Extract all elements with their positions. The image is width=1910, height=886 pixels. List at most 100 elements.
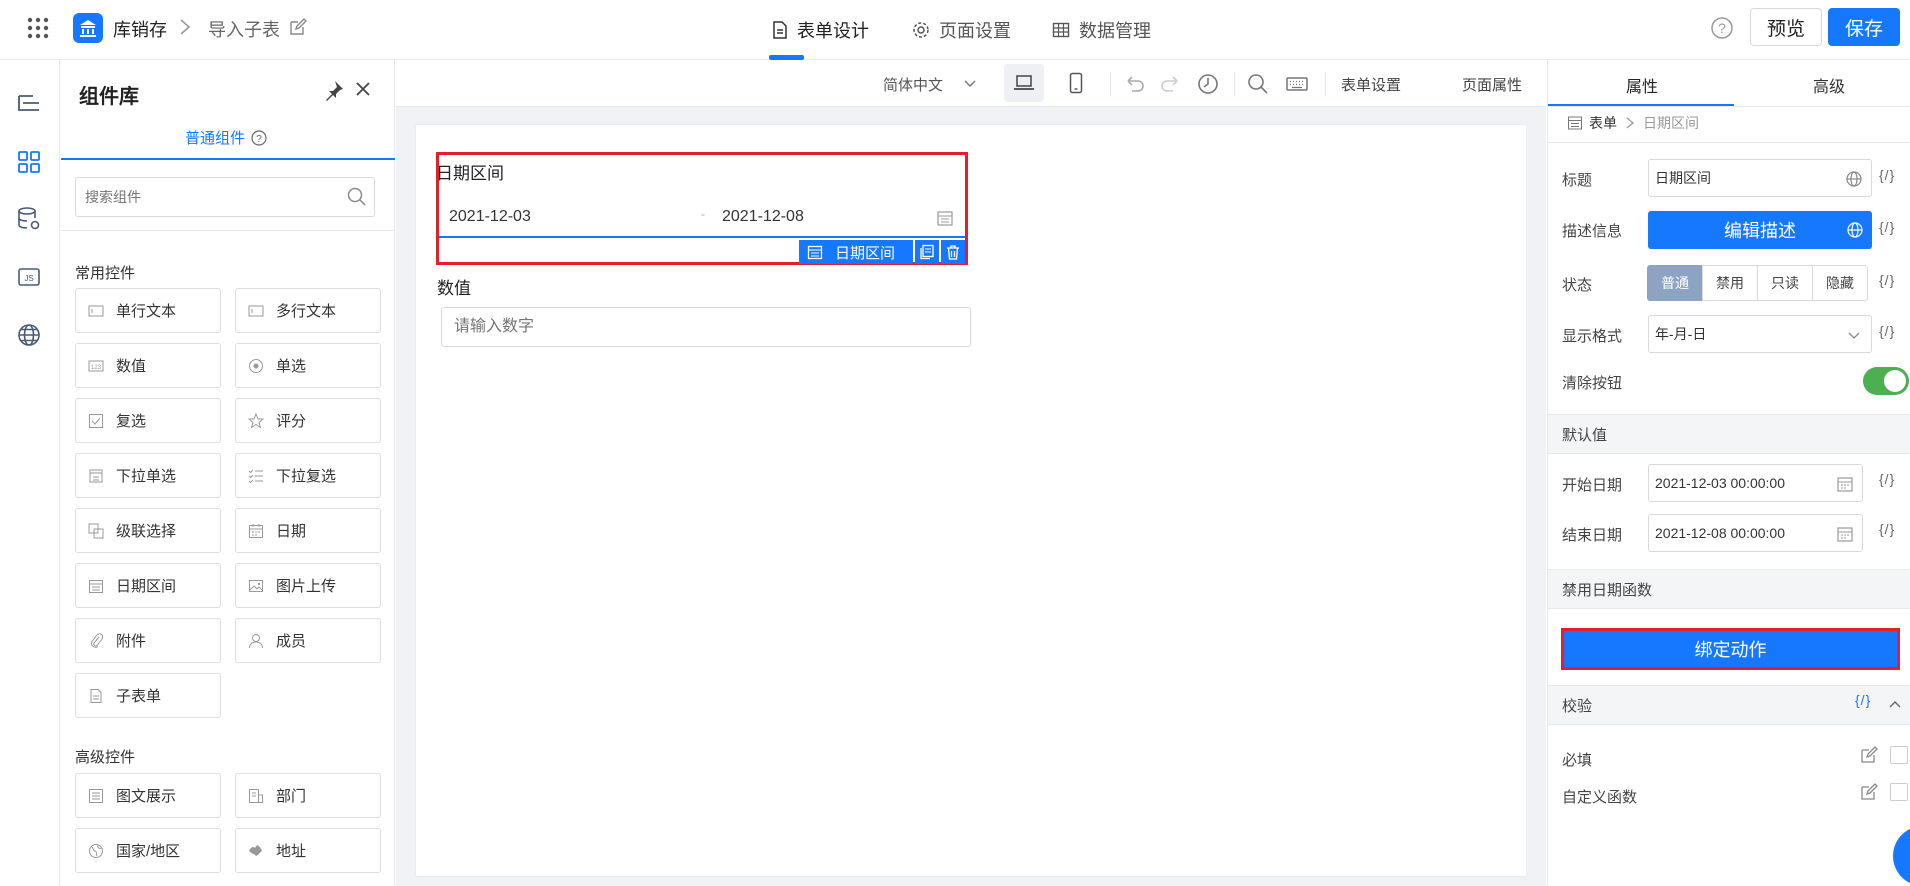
- component-rating[interactable]: 评分: [235, 398, 381, 443]
- keyboard-icon[interactable]: [1285, 72, 1309, 96]
- component-richtext[interactable]: 图文展示: [75, 773, 221, 818]
- subpage-name[interactable]: 导入子表: [208, 16, 280, 42]
- app-grid-icon[interactable]: [27, 17, 49, 39]
- status-option-hidden[interactable]: 隐藏: [1812, 265, 1868, 301]
- pin-icon[interactable]: [323, 79, 345, 101]
- component-member[interactable]: 成员: [235, 618, 381, 663]
- help-icon[interactable]: ?: [1710, 16, 1734, 40]
- component-image-upload[interactable]: 图片上传: [235, 563, 381, 608]
- database-icon[interactable]: [16, 206, 42, 232]
- app-name[interactable]: 库销存: [113, 16, 167, 42]
- form-paper: 日期区间 2021-12-03 - 2021-12-08 日期区间 数值: [416, 125, 1526, 876]
- custom-function-checkbox[interactable]: [1890, 783, 1908, 801]
- component-department[interactable]: 部门: [235, 773, 381, 818]
- form-settings-link[interactable]: 表单设置: [1341, 74, 1401, 95]
- tab-label: 普通组件: [185, 130, 246, 147]
- expression-toggle[interactable]: {/}: [1879, 521, 1895, 537]
- preview-button[interactable]: 预览: [1750, 8, 1822, 46]
- history-icon[interactable]: [1196, 72, 1220, 96]
- bind-action-button[interactable]: 绑定动作: [1561, 628, 1900, 670]
- components-icon[interactable]: [16, 149, 42, 175]
- breadcrumb-form[interactable]: 表单: [1589, 113, 1617, 133]
- component-checkbox[interactable]: 复选: [75, 398, 221, 443]
- js-icon[interactable]: JS: [16, 264, 42, 290]
- component-number[interactable]: 123 数值: [75, 343, 221, 388]
- component-label: 日期: [276, 523, 307, 540]
- date-range-icon: [807, 245, 823, 260]
- redo-icon[interactable]: [1159, 72, 1183, 96]
- tab-properties[interactable]: 属性: [1626, 73, 1658, 97]
- title-label: 标题: [1562, 172, 1593, 189]
- expression-toggle[interactable]: {/}: [1879, 272, 1895, 288]
- component-date-range[interactable]: 日期区间: [75, 563, 221, 608]
- expression-toggle[interactable]: {/}: [1879, 471, 1895, 487]
- status-option-disabled[interactable]: 禁用: [1702, 265, 1758, 301]
- component-dropdown-multi[interactable]: 下拉复选: [235, 453, 381, 498]
- edit-icon[interactable]: [1860, 746, 1878, 764]
- expression-toggle[interactable]: {/}: [1855, 692, 1871, 708]
- mobile-view-button[interactable]: [1056, 64, 1096, 102]
- delete-field-button[interactable]: [941, 240, 965, 264]
- tab-label: 页面设置: [939, 21, 1011, 41]
- language-select[interactable]: 简体中文: [883, 74, 943, 95]
- component-multi-line-text[interactable]: 多行文本: [235, 288, 381, 333]
- tab-advanced[interactable]: 高级: [1813, 73, 1845, 97]
- help-icon[interactable]: ?: [251, 129, 267, 146]
- start-date-value[interactable]: 2021-12-03: [449, 208, 531, 226]
- edit-icon[interactable]: [289, 18, 307, 36]
- component-attachment[interactable]: 附件: [75, 618, 221, 663]
- format-label: 显示格式: [1562, 328, 1623, 345]
- component-dropdown-single[interactable]: 下拉单选: [75, 453, 221, 498]
- calendar-icon: [1837, 477, 1853, 492]
- component-address[interactable]: 地址: [235, 828, 381, 873]
- date-range-field[interactable]: 日期区间 2021-12-03 - 2021-12-08 日期区间: [436, 152, 968, 265]
- document-icon: [773, 21, 787, 39]
- component-label: 数值: [116, 358, 147, 375]
- tab-page-settings[interactable]: 页面设置: [912, 0, 1011, 60]
- format-select[interactable]: 年-月-日: [1648, 315, 1872, 353]
- undo-icon[interactable]: [1122, 72, 1146, 96]
- start-date-input[interactable]: 2021-12-03 00:00:00: [1648, 464, 1863, 502]
- end-date-value[interactable]: 2021-12-08: [722, 208, 804, 226]
- chevron-up-icon[interactable]: [1888, 697, 1902, 711]
- copy-field-button[interactable]: [915, 240, 939, 264]
- save-button[interactable]: 保存: [1828, 8, 1900, 46]
- chevron-down-icon[interactable]: [962, 75, 978, 91]
- status-option-readonly[interactable]: 只读: [1757, 265, 1813, 301]
- expression-toggle[interactable]: {/}: [1879, 167, 1895, 183]
- component-radio[interactable]: 单选: [235, 343, 381, 388]
- date-range-input[interactable]: 2021-12-03 - 2021-12-08: [439, 198, 965, 238]
- edit-description-button[interactable]: 编辑描述: [1648, 211, 1872, 249]
- tab-common-components[interactable]: 普通组件 ?: [185, 127, 267, 148]
- globe-icon[interactable]: [16, 322, 42, 348]
- status-option-normal[interactable]: 普通: [1647, 265, 1703, 301]
- breadcrumb: 表单 日期区间: [1567, 113, 1699, 133]
- page-properties-link[interactable]: 页面属性: [1462, 74, 1522, 95]
- end-date-input[interactable]: 2021-12-08 00:00:00: [1648, 514, 1863, 552]
- desktop-view-button[interactable]: [1004, 64, 1044, 102]
- required-checkbox[interactable]: [1890, 746, 1908, 764]
- component-single-line-text[interactable]: 单行文本: [75, 288, 221, 333]
- calendar-icon[interactable]: [936, 209, 954, 227]
- canvas-toolbar: 简体中文 表单设置 页面属性: [396, 60, 1546, 107]
- properties-panel: 属性 高级 表单 日期区间 标题 日期区间 {/} 描述信息 编辑描述 {/} …: [1547, 60, 1910, 886]
- component-search-input[interactable]: [75, 177, 375, 217]
- component-date[interactable]: 日期: [235, 508, 381, 553]
- outline-icon[interactable]: [16, 91, 42, 117]
- search-icon[interactable]: [1246, 72, 1270, 96]
- expression-toggle[interactable]: {/}: [1879, 323, 1895, 339]
- tab-data-management[interactable]: 数据管理: [1052, 0, 1151, 60]
- component-cascade[interactable]: 级联选择: [75, 508, 221, 553]
- clear-button-toggle[interactable]: [1863, 367, 1909, 395]
- close-icon[interactable]: [353, 79, 373, 99]
- expression-toggle[interactable]: {/}: [1879, 219, 1895, 235]
- date-range-icon: [89, 579, 103, 593]
- component-country-region[interactable]: 国家/地区: [75, 828, 221, 873]
- title-input[interactable]: 日期区间: [1648, 159, 1872, 197]
- component-subform[interactable]: 子表单: [75, 673, 221, 718]
- globe-icon[interactable]: [1845, 170, 1863, 188]
- tab-form-design[interactable]: 表单设计: [772, 0, 869, 60]
- search-icon[interactable]: [346, 186, 368, 208]
- edit-icon[interactable]: [1860, 783, 1878, 801]
- number-input[interactable]: [441, 307, 971, 347]
